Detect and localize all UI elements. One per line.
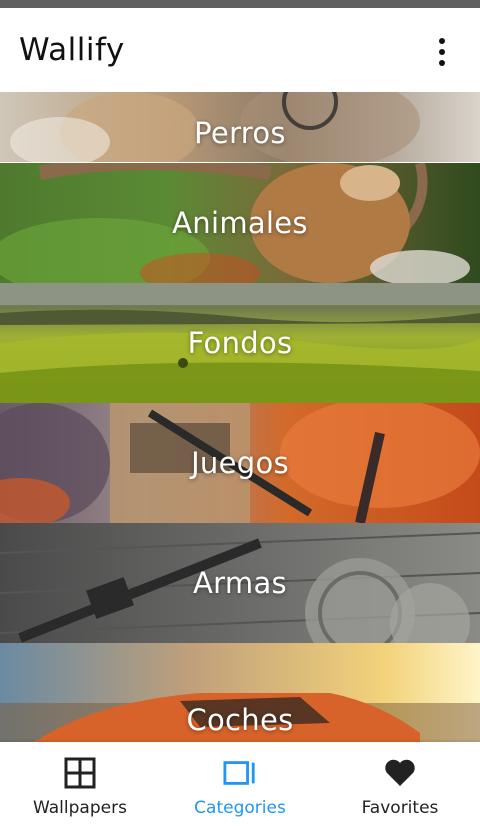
grid-icon (63, 756, 97, 790)
status-bar (0, 0, 480, 8)
app-title: Wallify (19, 32, 125, 68)
more-vert-icon-dot (439, 60, 445, 66)
category-tile-perros[interactable]: Perros (0, 92, 480, 162)
category-tile-animales[interactable]: Animales (0, 163, 480, 283)
category-list[interactable]: Perros Animales Fondos Juegos Armas Coch… (0, 92, 480, 742)
category-label-coches: Coches (186, 703, 294, 737)
category-label-armas: Armas (193, 566, 287, 600)
more-vert-icon-dot (439, 49, 445, 55)
nav-item-favorites[interactable]: Favorites (320, 742, 480, 826)
bottom-navigation: Wallpapers Categories Favorites (0, 742, 480, 826)
category-tile-fondos[interactable]: Fondos (0, 283, 480, 403)
category-tile-coches[interactable]: Coches (0, 643, 480, 742)
more-options-button[interactable] (432, 38, 452, 66)
more-vert-icon (439, 38, 445, 44)
categories-icon (223, 756, 257, 790)
category-label-animales: Animales (172, 206, 308, 240)
nav-item-categories[interactable]: Categories (160, 742, 320, 826)
heart-icon (383, 756, 417, 790)
category-tile-juegos[interactable]: Juegos (0, 403, 480, 523)
app-bar: Wallify (0, 8, 480, 92)
nav-label-favorites: Favorites (361, 798, 439, 818)
category-label-perros: Perros (194, 116, 286, 150)
nav-label-wallpapers: Wallpapers (33, 798, 127, 818)
category-label-juegos: Juegos (191, 446, 289, 480)
category-label-fondos: Fondos (187, 326, 293, 360)
category-tile-armas[interactable]: Armas (0, 523, 480, 643)
nav-item-wallpapers[interactable]: Wallpapers (0, 742, 160, 826)
nav-label-categories: Categories (194, 798, 286, 818)
